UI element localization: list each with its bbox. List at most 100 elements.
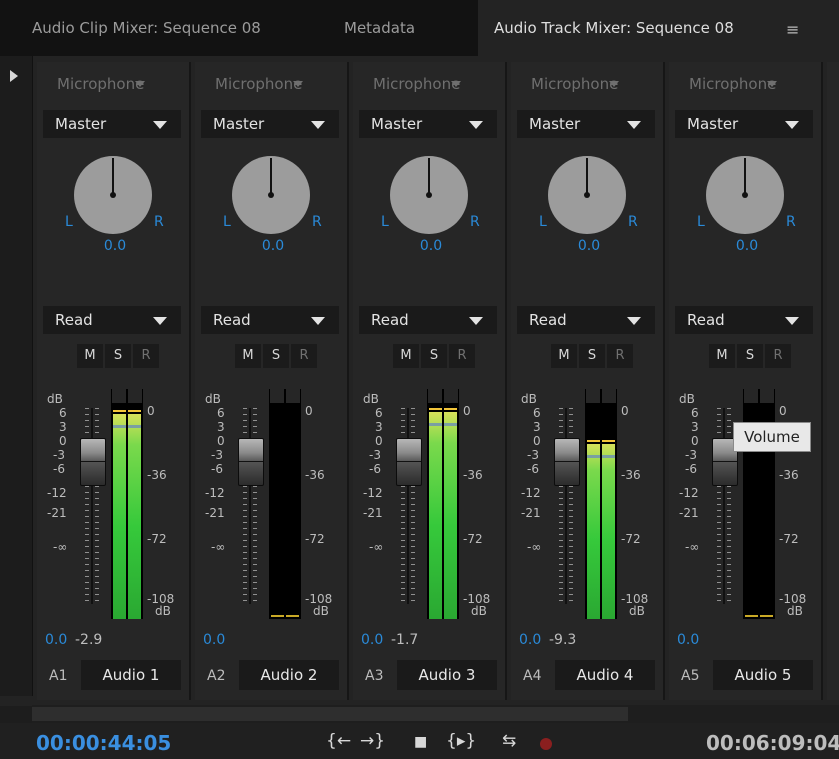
peak-indicator-left[interactable] — [428, 389, 442, 403]
automation-mode-select[interactable]: Read — [517, 306, 655, 334]
output-select[interactable]: Master — [675, 110, 813, 138]
loop-icon[interactable]: ⇆ — [502, 731, 516, 751]
current-timecode[interactable]: 00:00:44:05 — [36, 731, 171, 755]
track-name[interactable]: Audio 2 — [239, 660, 339, 690]
input-select[interactable]: Microphone — [675, 70, 813, 98]
horizontal-scrollbar[interactable] — [32, 705, 839, 723]
automation-mode-select[interactable]: Read — [43, 306, 181, 334]
fader-scale-tick: 6 — [217, 406, 225, 420]
rms-line-left — [113, 425, 126, 428]
volume-fader[interactable] — [80, 438, 106, 486]
solo-button[interactable]: S — [105, 344, 131, 368]
mute-button[interactable]: M — [235, 344, 261, 368]
peak-indicator-left[interactable] — [112, 389, 126, 403]
peak-indicator-right[interactable] — [760, 389, 774, 403]
output-select[interactable]: Master — [359, 110, 497, 138]
record-icon[interactable] — [540, 738, 552, 750]
pan-right-label: R — [628, 214, 638, 230]
volume-value[interactable]: 0.0 — [677, 632, 699, 648]
meter-scale-tick: 0 — [305, 404, 313, 418]
track-name[interactable]: Audio 4 — [555, 660, 655, 690]
peak-indicator-right[interactable] — [286, 389, 300, 403]
peak-indicator-left[interactable] — [744, 389, 758, 403]
solo-button[interactable]: S — [263, 344, 289, 368]
automation-mode-select[interactable]: Read — [675, 306, 813, 334]
tab-audio-clip-mixer[interactable]: Audio Clip Mixer: Sequence 08 — [20, 0, 322, 56]
peak-indicator-left[interactable] — [270, 389, 284, 403]
volume-value[interactable]: 0.0 — [45, 632, 67, 648]
output-select[interactable]: Master — [201, 110, 339, 138]
peak-indicator-left[interactable] — [586, 389, 600, 403]
volume-fader[interactable] — [396, 438, 422, 486]
fader-scale-tick: 0 — [59, 434, 67, 448]
automation-mode-select[interactable]: Read — [201, 306, 339, 334]
solo-button[interactable]: S — [421, 344, 447, 368]
go-to-out-icon[interactable]: →} — [360, 731, 385, 751]
output-select[interactable]: Master — [517, 110, 655, 138]
meter-floor-right — [760, 615, 773, 617]
pan-needle — [270, 158, 272, 195]
fader-scale-tick: -21 — [363, 506, 383, 520]
pan-value[interactable]: 0.0 — [677, 238, 817, 254]
volume-fader[interactable] — [554, 438, 580, 486]
mute-button[interactable]: M — [393, 344, 419, 368]
volume-fader[interactable] — [238, 438, 264, 486]
peak-indicator-right[interactable] — [444, 389, 458, 403]
solo-button[interactable]: S — [579, 344, 605, 368]
fader-scale-tick: -∞ — [211, 540, 226, 554]
panel-menu-icon[interactable]: ≡ — [786, 20, 799, 39]
tab-metadata[interactable]: Metadata — [330, 0, 474, 56]
input-select[interactable]: Microphone — [517, 70, 655, 98]
track-name[interactable]: Audio 1 — [81, 660, 181, 690]
expand-effects-icon[interactable] — [10, 70, 18, 82]
meter-scale-tick: 0 — [779, 404, 787, 418]
record-enable-button[interactable]: R — [133, 344, 159, 368]
chevron-down-icon — [785, 121, 799, 129]
scrollbar-thumb[interactable] — [32, 707, 628, 721]
input-select[interactable]: Microphone — [201, 70, 339, 98]
stop-icon[interactable]: ■ — [414, 734, 427, 750]
meter-scale-tick: 0 — [463, 404, 471, 418]
meter-bar-left — [429, 412, 442, 619]
record-enable-button[interactable]: R — [607, 344, 633, 368]
rms-line-left — [429, 423, 442, 426]
mute-button[interactable]: M — [77, 344, 103, 368]
automation-mode-label: Read — [55, 311, 93, 329]
record-enable-button[interactable]: R — [765, 344, 791, 368]
volume-value[interactable]: 0.0 — [519, 632, 541, 648]
pan-value[interactable]: 0.0 — [519, 238, 659, 254]
tab-audio-track-mixer[interactable]: Audio Track Mixer: Sequence 08 — [478, 0, 839, 56]
pan-knob[interactable] — [232, 156, 310, 234]
peak-indicator-right[interactable] — [128, 389, 142, 403]
record-enable-button[interactable]: R — [291, 344, 317, 368]
pan-left-label: L — [539, 214, 547, 230]
pan-knob[interactable] — [390, 156, 468, 234]
pan-value[interactable]: 0.0 — [361, 238, 501, 254]
chevron-down-icon — [627, 317, 641, 325]
pan-knob[interactable] — [74, 156, 152, 234]
automation-mode-select[interactable]: Read — [359, 306, 497, 334]
input-select[interactable]: Microphone — [43, 70, 181, 98]
pan-value[interactable]: 0.0 — [203, 238, 343, 254]
track-name[interactable]: Audio 3 — [397, 660, 497, 690]
mute-button[interactable]: M — [551, 344, 577, 368]
pan-value[interactable]: 0.0 — [45, 238, 185, 254]
mute-button[interactable]: M — [709, 344, 735, 368]
meter-bar-right — [128, 414, 141, 619]
play-in-to-out-icon[interactable]: {▸} — [446, 731, 476, 751]
pan-left-label: L — [65, 214, 73, 230]
input-select[interactable]: Microphone — [359, 70, 497, 98]
go-to-in-icon[interactable]: {← — [326, 731, 351, 751]
pan-knob[interactable] — [548, 156, 626, 234]
volume-value[interactable]: 0.0 — [203, 632, 225, 648]
peak-indicator-right[interactable] — [602, 389, 616, 403]
track-name[interactable]: Audio 5 — [713, 660, 813, 690]
fader-scale-tick: -21 — [47, 506, 67, 520]
fader-scale-tick: -12 — [47, 486, 67, 500]
volume-value[interactable]: 0.0 — [361, 632, 383, 648]
pan-knob[interactable] — [706, 156, 784, 234]
record-enable-button[interactable]: R — [449, 344, 475, 368]
peak-value: -9.3 — [549, 632, 577, 648]
solo-button[interactable]: S — [737, 344, 763, 368]
output-select[interactable]: Master — [43, 110, 181, 138]
